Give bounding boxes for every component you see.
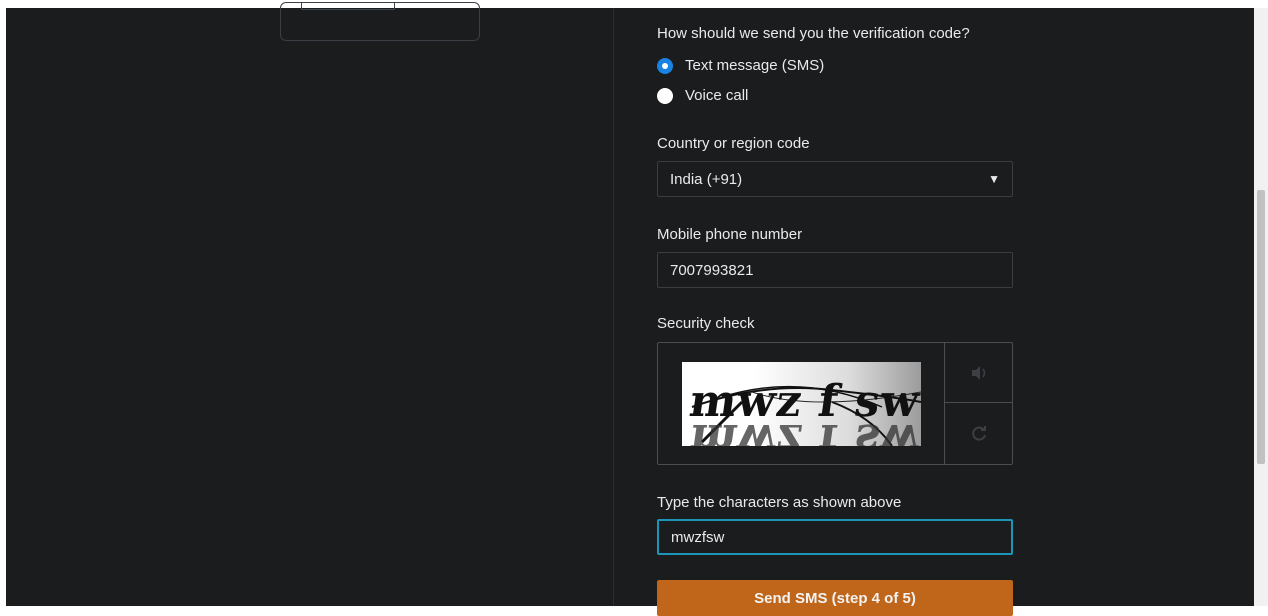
security-check-label: Security check — [657, 315, 755, 332]
window-edge — [0, 8, 6, 606]
captcha-image: mwz f sw mwz f sw — [682, 362, 921, 446]
speaker-icon — [971, 365, 985, 380]
captcha-box: mwz f sw mwz f sw — [657, 342, 1013, 465]
country-value: India (+91) — [670, 170, 743, 188]
audio-captcha-button[interactable] — [945, 343, 1012, 403]
image-card — [280, 2, 480, 41]
country-select[interactable]: India (+91) ▼ — [657, 161, 1013, 197]
country-label: Country or region code — [657, 135, 810, 152]
triangle-down-icon: ▼ — [988, 172, 1000, 186]
radio-voice-label: Voice call — [685, 87, 749, 104]
radio-sms-label: Text message (SMS) — [685, 57, 825, 74]
radio-sms[interactable]: Text message (SMS) — [657, 57, 824, 74]
refresh-icon — [971, 426, 986, 441]
refresh-captcha-button[interactable] — [945, 404, 1012, 464]
radio-voice-call[interactable]: Voice call — [657, 87, 748, 104]
scrollbar-thumb[interactable] — [1257, 190, 1265, 464]
page: How should we send you the verification … — [0, 2, 1268, 616]
captcha-input[interactable] — [657, 519, 1013, 555]
column-divider — [613, 8, 614, 606]
radio-voice-indicator[interactable] — [657, 87, 673, 104]
send-sms-button[interactable]: Send SMS (step 4 of 5) — [657, 580, 1013, 616]
image-card-inner — [301, 3, 395, 10]
verification-question: How should we send you the verification … — [657, 25, 970, 42]
captcha-reflection: mwz f sw — [686, 414, 921, 446]
radio-sms-indicator[interactable] — [657, 57, 673, 74]
phone-label: Mobile phone number — [657, 226, 803, 243]
captcha-input-label: Type the characters as shown above — [657, 494, 902, 511]
phone-input[interactable] — [657, 252, 1013, 288]
